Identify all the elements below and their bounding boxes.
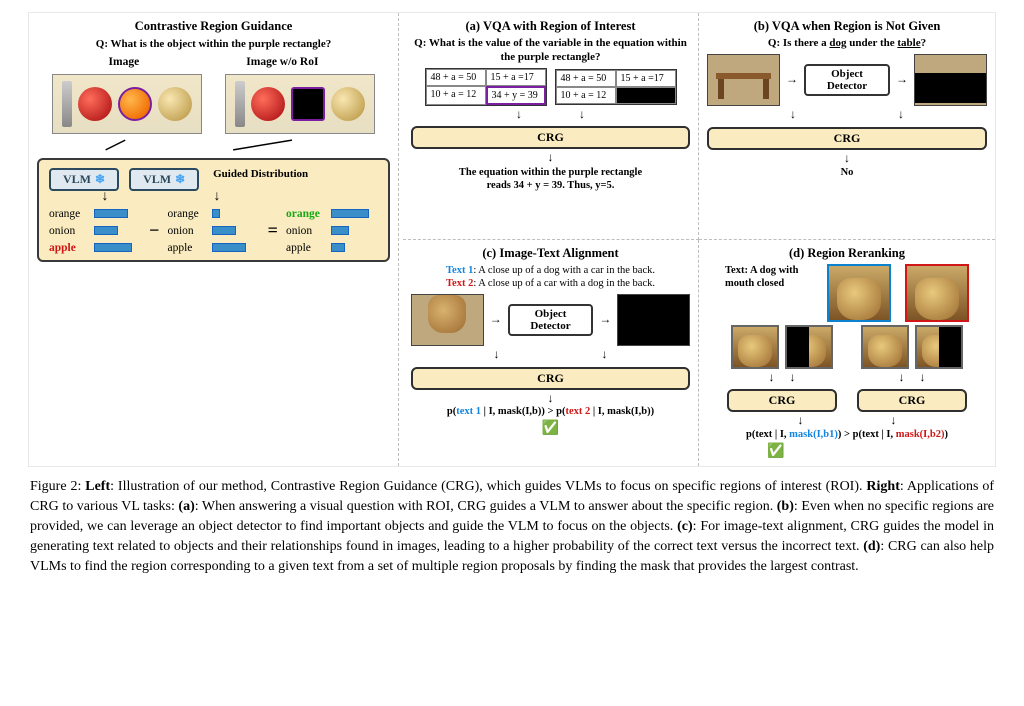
panel-d-title: (d) Region Reranking xyxy=(707,246,987,261)
crg-box: CRG xyxy=(857,389,967,412)
left-panel: Contrastive Region Guidance Q: What is t… xyxy=(29,13,399,466)
figure-2: Contrastive Region Guidance Q: What is t… xyxy=(28,12,996,577)
onion-icon xyxy=(158,87,192,121)
crg-box: CRG xyxy=(707,127,987,150)
image-label: Image xyxy=(109,56,140,68)
image-without-roi xyxy=(225,74,375,134)
check-icon: ✅ xyxy=(411,420,690,437)
rerank-group-1: ↓ ↓ CRG xyxy=(727,325,837,413)
image-row xyxy=(37,72,390,136)
dist-col-guided: orange onion apple xyxy=(286,208,378,254)
fork-icon xyxy=(62,81,72,127)
panel-b-flow: → Object Detector → xyxy=(707,54,987,106)
right-panel: (a) VQA with Region of Interest Q: What … xyxy=(403,13,995,466)
bar-icon xyxy=(212,226,236,235)
panel-b: (b) VQA when Region is Not Given Q: Is t… xyxy=(699,13,995,240)
apple-icon xyxy=(78,87,112,121)
left-title: Contrastive Region Guidance xyxy=(37,19,390,34)
bar-icon xyxy=(94,209,128,218)
left-question: Q: What is the object within the purple … xyxy=(37,38,390,52)
eqn-masked: 48 + a = 5015 + a =17 10 + a = 12. xyxy=(555,69,677,105)
eqn-with-roi: 48 + a = 5015 + a =17 10 + a = 1234 + y … xyxy=(425,68,547,106)
panel-a-title: (a) VQA with Region of Interest xyxy=(411,19,690,34)
crg-box: CRG xyxy=(411,126,690,149)
bar-icon xyxy=(331,243,345,252)
dog-thumb-mask1 xyxy=(785,325,833,369)
check-icon: ✅ xyxy=(707,443,987,460)
dist-col-original: orange onion apple xyxy=(49,208,141,254)
panel-d-masks: ↓ ↓ CRG ↓ ↓ CRG xyxy=(707,325,987,413)
image-wo-roi-label: Image w/o RoI xyxy=(246,56,318,68)
snowflake-icon: ❄ xyxy=(175,172,185,187)
image-with-roi xyxy=(52,74,202,134)
equals-op: = xyxy=(268,220,278,241)
panel-d-top: Text: A dog with mouth closed xyxy=(707,264,987,322)
crg-box: CRG xyxy=(727,389,837,412)
table-image xyxy=(707,54,780,106)
image-header-row: Image Image w/o RoI xyxy=(37,56,390,68)
onion-icon xyxy=(331,87,365,121)
panel-a-answer: The equation within the purple rectangle… xyxy=(411,166,690,192)
masked-region-icon xyxy=(291,87,325,121)
panel-d: (d) Region Reranking Text: A dog with mo… xyxy=(699,240,995,467)
guided-distribution-label: Guided Distribution xyxy=(209,168,308,181)
dog-car-image-masked xyxy=(617,294,690,346)
bar-icon xyxy=(331,226,349,235)
vlm-block-1: VLM❄ xyxy=(49,168,119,191)
bar-icon xyxy=(94,243,132,252)
rerank-group-2: ↓ ↓ CRG xyxy=(857,325,967,413)
distribution-box: VLM❄ VLM❄ Guided Distribution ↓↓ orange … xyxy=(37,158,390,262)
dog-box-red xyxy=(905,264,969,322)
minus-op: − xyxy=(149,220,159,241)
apple-icon xyxy=(251,87,285,121)
orange-roi-box xyxy=(118,87,152,121)
dog-car-image xyxy=(411,294,484,346)
dog-thumb xyxy=(861,325,909,369)
dog-thumb xyxy=(731,325,779,369)
panel-b-answer: No xyxy=(707,166,987,179)
dog-thumb-mask2 xyxy=(915,325,963,369)
fork-icon xyxy=(235,81,245,127)
eqn-image-pair: 48 + a = 5015 + a =17 10 + a = 1234 + y … xyxy=(411,68,690,106)
dog-box-blue xyxy=(827,264,891,322)
vlm-row: VLM❄ VLM❄ Guided Distribution xyxy=(49,168,378,191)
diagram-grid: Contrastive Region Guidance Q: What is t… xyxy=(28,12,996,467)
bar-icon xyxy=(212,209,220,218)
highlighted-cell: 34 + y = 39 xyxy=(486,86,546,105)
bar-icon xyxy=(331,209,369,218)
vlm-block-2: VLM❄ xyxy=(129,168,199,191)
panel-c-probability: p(text 1 | I, mask(I,b)) > p(text 2 | I,… xyxy=(411,406,690,417)
panel-d-text: Text: A dog with mouth closed xyxy=(725,264,813,290)
table-image-masked xyxy=(914,54,987,106)
bar-icon xyxy=(94,226,118,235)
crg-box: CRG xyxy=(411,367,690,390)
panel-d-probability: p(text | I, mask(I,b1)) > p(text | I, ma… xyxy=(707,429,987,440)
panel-c-title: (c) Image-Text Alignment xyxy=(411,246,690,261)
panel-a: (a) VQA with Region of Interest Q: What … xyxy=(403,13,699,240)
panel-a-question: Q: What is the value of the variable in … xyxy=(411,37,690,65)
arrows-down: ↓↓ xyxy=(49,191,378,202)
panel-b-question: Q: Is there a dog under the table? xyxy=(707,37,987,51)
flow-arrows xyxy=(37,140,390,150)
dist-col-masked: orange onion apple xyxy=(167,208,259,254)
figure-caption: Figure 2: Left: Illustration of our meth… xyxy=(28,477,996,576)
panel-c-texts: Text 1: A close up of a dog with a car i… xyxy=(411,264,690,291)
panel-c-flow: → Object Detector → xyxy=(411,294,690,346)
snowflake-icon: ❄ xyxy=(95,172,105,187)
distribution-row: orange onion apple − orange onion apple … xyxy=(49,208,378,254)
bar-icon xyxy=(212,243,246,252)
object-detector-box: Object Detector xyxy=(508,304,594,336)
object-detector-box: Object Detector xyxy=(804,64,890,96)
panel-c: (c) Image-Text Alignment Text 1: A close… xyxy=(403,240,699,467)
masked-cell: . xyxy=(616,87,676,104)
panel-b-title: (b) VQA when Region is Not Given xyxy=(707,19,987,34)
